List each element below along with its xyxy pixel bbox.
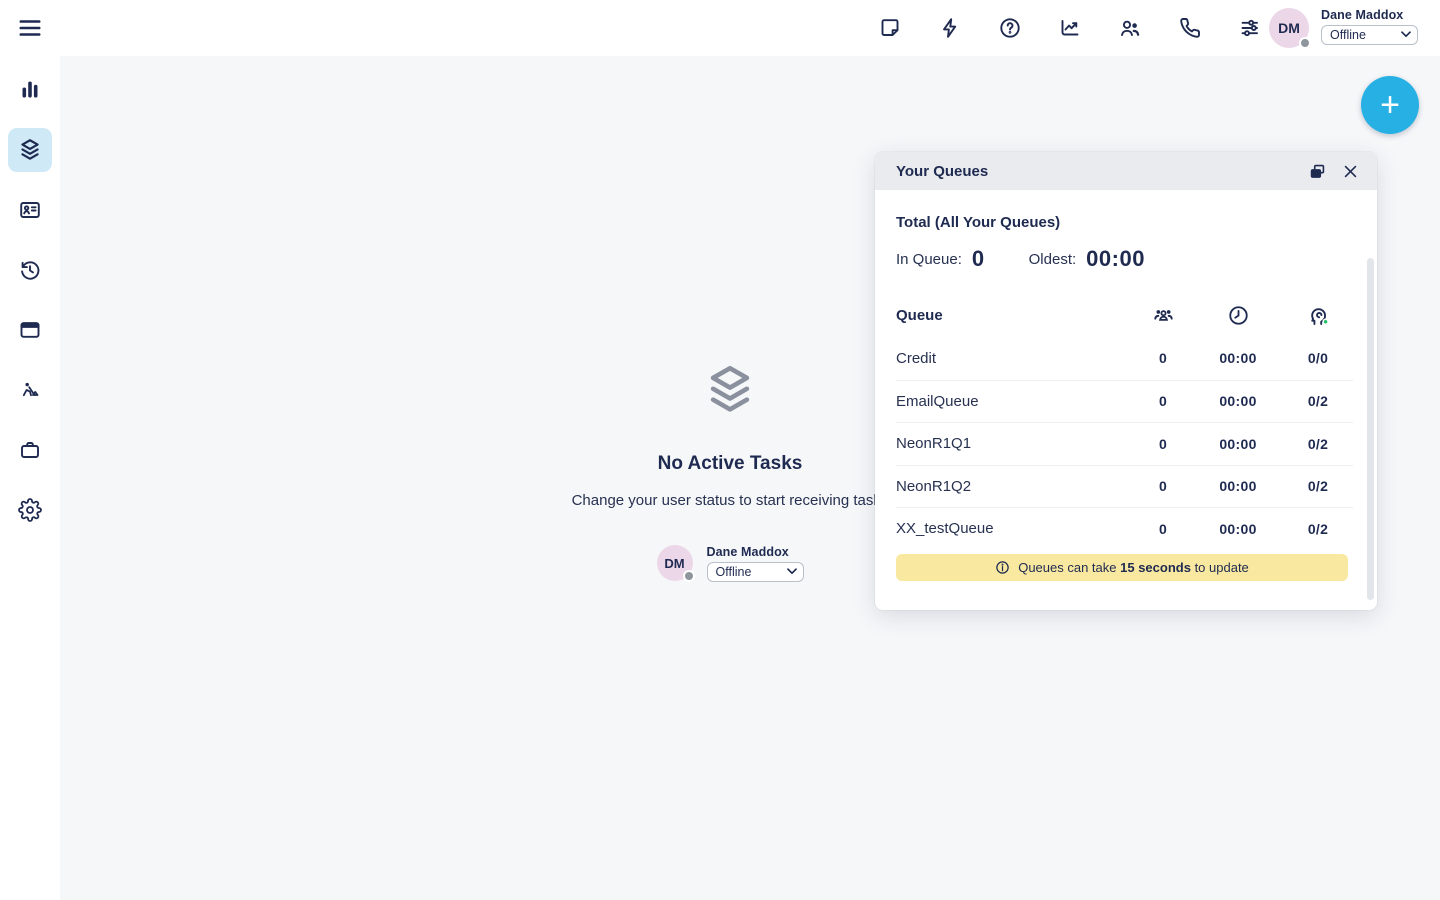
- popout-button[interactable]: [1304, 158, 1330, 184]
- analytics-button[interactable]: [1058, 16, 1082, 40]
- phone-icon: [1178, 16, 1202, 40]
- totals-row: In Queue: 0 Oldest: 00:00: [896, 246, 1353, 272]
- layers-icon: [17, 137, 43, 163]
- sidebar-item-settings[interactable]: [8, 488, 52, 532]
- queue-oldest: 00:00: [1193, 393, 1283, 409]
- sidebar-item-history[interactable]: [8, 248, 52, 292]
- oldest-value: 00:00: [1086, 246, 1145, 272]
- sliders-icon: [1238, 16, 1262, 40]
- total-queues-label: Total (All Your Queues): [896, 214, 1353, 231]
- notice-text: Queues can take 15 seconds to update: [1018, 560, 1249, 575]
- briefcase-icon: [18, 438, 42, 462]
- help-button[interactable]: [998, 16, 1022, 40]
- sidebar-item-dashboard[interactable]: [8, 68, 52, 112]
- queue-agents: 0/2: [1283, 436, 1353, 452]
- offline-status-dot: [683, 570, 695, 582]
- queue-name: XX_testQueue: [896, 520, 1133, 537]
- construction-icon: [18, 378, 42, 402]
- agents-status-icon: [1306, 303, 1331, 328]
- contact-card-icon: [18, 198, 42, 222]
- user-name: Dane Maddox: [1321, 8, 1418, 22]
- queue-row: NeonR1Q1 0 00:00 0/2: [896, 422, 1353, 465]
- plus-icon: +: [1380, 86, 1400, 124]
- close-icon: [1342, 163, 1359, 180]
- user-name: Dane Maddox: [707, 545, 804, 559]
- panel-body: Total (All Your Queues) In Queue: 0 Olde…: [875, 190, 1377, 581]
- queue-waiting: 0: [1133, 393, 1193, 409]
- queue-row: NeonR1Q2 0 00:00 0/2: [896, 465, 1353, 508]
- topbar-actions: [878, 0, 1262, 56]
- lightning-icon: [938, 16, 962, 40]
- queue-name: EmailQueue: [896, 393, 1133, 410]
- popout-icon: [1308, 162, 1327, 181]
- queue-name: Credit: [896, 350, 1133, 367]
- panel-title: Your Queues: [896, 163, 1304, 180]
- sidebar: [0, 56, 60, 900]
- queue-row: EmailQueue 0 00:00 0/2: [896, 380, 1353, 423]
- queue-agents: 0/2: [1283, 393, 1353, 409]
- user-status-select[interactable]: Offline: [1321, 25, 1418, 45]
- queue-agents: 0/2: [1283, 478, 1353, 494]
- contacts-waiting-icon: [1152, 304, 1175, 327]
- topbar-user: DM Dane Maddox Offline: [1269, 8, 1418, 48]
- quick-actions-button[interactable]: [938, 16, 962, 40]
- queue-oldest: 00:00: [1193, 521, 1283, 537]
- panel-scrollbar-thumb[interactable]: [1367, 258, 1374, 600]
- sidebar-item-tasks[interactable]: [8, 128, 52, 172]
- add-task-fab[interactable]: +: [1361, 76, 1419, 134]
- layers-icon-large: [701, 361, 759, 419]
- avatar[interactable]: DM: [1269, 8, 1309, 48]
- avatar-initials: DM: [664, 556, 684, 571]
- queue-row: Credit 0 00:00 0/0: [896, 337, 1353, 380]
- line-chart-icon: [1058, 16, 1082, 40]
- close-panel-button[interactable]: [1337, 158, 1363, 184]
- your-queues-panel: Your Queues Total (All Your Queues) In Q…: [875, 152, 1377, 610]
- queue-oldest: 00:00: [1193, 478, 1283, 494]
- people-icon: [1118, 16, 1142, 40]
- topbar: DM Dane Maddox Offline: [0, 0, 1440, 56]
- phone-button[interactable]: [1178, 16, 1202, 40]
- gear-icon: [18, 498, 42, 522]
- queue-table-header: Queue: [896, 298, 1353, 332]
- queue-waiting: 0: [1133, 478, 1193, 494]
- oldest-wait-icon: [1227, 304, 1250, 327]
- preferences-button[interactable]: [1238, 16, 1262, 40]
- avatar-initials: DM: [1278, 20, 1300, 36]
- oldest-label: Oldest:: [1029, 251, 1077, 268]
- sidebar-item-contacts[interactable]: [8, 188, 52, 232]
- queue-row: XX_testQueue 0 00:00 0/2: [896, 507, 1353, 550]
- queue-waiting: 0: [1133, 521, 1193, 537]
- hamburger-icon: [17, 15, 43, 41]
- queue-agents: 0/0: [1283, 350, 1353, 366]
- notes-button[interactable]: [878, 16, 902, 40]
- sidebar-item-workspace[interactable]: [8, 428, 52, 472]
- history-icon: [18, 258, 42, 282]
- queue-column-header: Queue: [896, 307, 1133, 324]
- user-status-select[interactable]: Offline: [707, 562, 804, 582]
- offline-status-dot: [1299, 37, 1311, 49]
- info-icon: [995, 560, 1010, 575]
- sidebar-item-builder[interactable]: [8, 368, 52, 412]
- browser-window-icon: [18, 318, 42, 342]
- main-content: + No Active Tasks Change your user statu…: [60, 56, 1440, 900]
- avatar: DM: [657, 545, 693, 581]
- hamburger-menu-button[interactable]: [16, 14, 44, 42]
- queue-waiting: 0: [1133, 436, 1193, 452]
- bar-chart-icon: [18, 78, 42, 102]
- queue-name: NeonR1Q1: [896, 435, 1133, 452]
- queue-waiting: 0: [1133, 350, 1193, 366]
- queue-oldest: 00:00: [1193, 350, 1283, 366]
- empty-state-user: DM Dane Maddox Offline: [657, 545, 804, 582]
- in-queue-label: In Queue:: [896, 251, 962, 268]
- in-queue-value: 0: [972, 246, 985, 272]
- queue-agents: 0/2: [1283, 521, 1353, 537]
- sidebar-item-browser[interactable]: [8, 308, 52, 352]
- contacts-button[interactable]: [1118, 16, 1142, 40]
- queue-oldest: 00:00: [1193, 436, 1283, 452]
- queue-update-notice: Queues can take 15 seconds to update: [896, 554, 1348, 581]
- queue-name: NeonR1Q2: [896, 478, 1133, 495]
- panel-header[interactable]: Your Queues: [875, 152, 1377, 190]
- note-icon: [878, 16, 902, 40]
- help-icon: [998, 16, 1022, 40]
